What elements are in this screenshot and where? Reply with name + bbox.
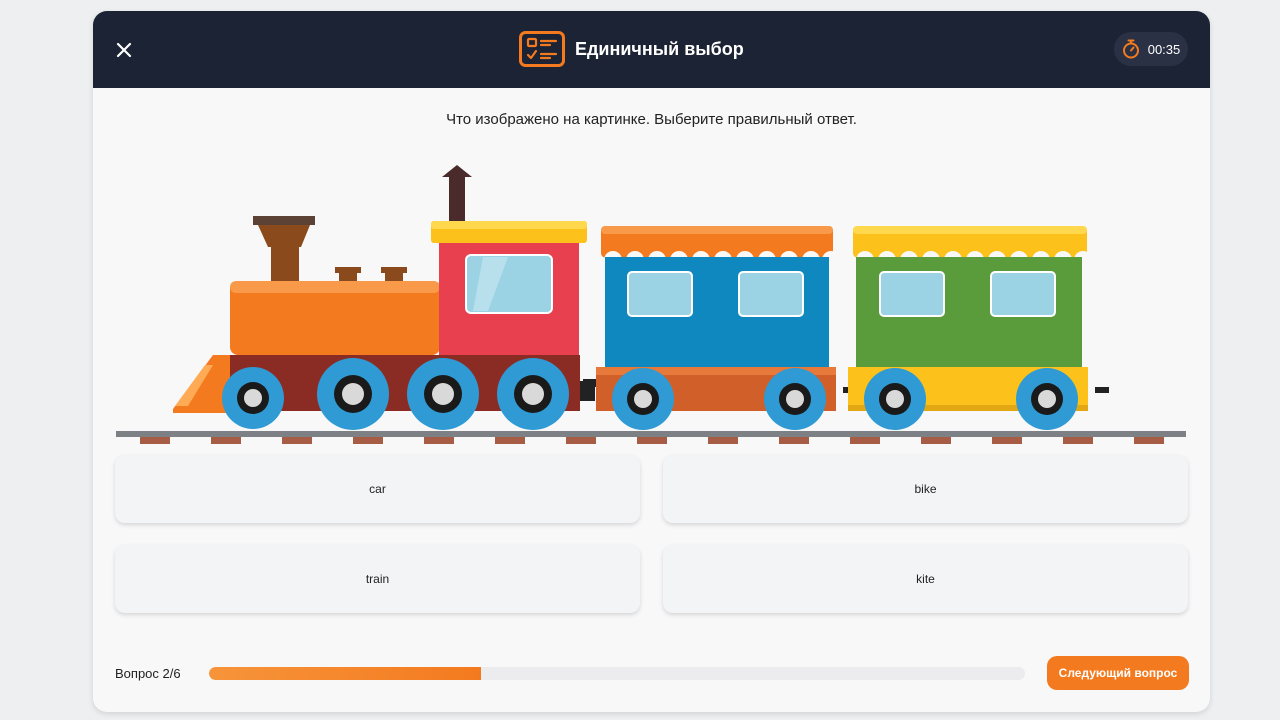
header-title-group: Единичный выбор xyxy=(519,31,744,67)
train-illustration xyxy=(116,165,1186,444)
progress-label: Вопрос 2/6 xyxy=(115,666,181,681)
next-question-label: Следующий вопрос xyxy=(1058,666,1178,680)
checklist-icon xyxy=(519,31,565,67)
progress-bar xyxy=(209,667,1025,680)
quiz-card: Единичный выбор 00:35 Что изображено на … xyxy=(93,11,1210,712)
close-icon xyxy=(116,42,132,58)
answer-options: car bike train kite xyxy=(115,455,1189,615)
quiz-footer: Вопрос 2/6 Следующий вопрос xyxy=(93,651,1210,691)
timer-value: 00:35 xyxy=(1147,41,1181,57)
timer-badge: 00:35 xyxy=(1114,32,1188,66)
answer-option-label: bike xyxy=(914,482,937,496)
question-text: Что изображено на картинке. Выберите пра… xyxy=(446,111,857,128)
progress-fill xyxy=(209,667,481,680)
answer-option-label: kite xyxy=(916,572,935,586)
blue-wagon xyxy=(596,226,840,430)
close-button[interactable] xyxy=(111,37,137,63)
stopwatch-icon xyxy=(1122,39,1139,59)
rail-track xyxy=(116,431,1186,444)
locomotive xyxy=(173,165,587,430)
answer-option-train[interactable]: train xyxy=(115,545,640,613)
quiz-header: Единичный выбор 00:35 xyxy=(93,11,1210,88)
page-title: Единичный выбор xyxy=(575,38,744,59)
green-wagon xyxy=(848,226,1092,430)
answer-option-bike[interactable]: bike xyxy=(663,455,1188,523)
next-question-button[interactable]: Следующий вопрос xyxy=(1047,656,1189,690)
answer-option-kite[interactable]: kite xyxy=(663,545,1188,613)
answer-option-label: car xyxy=(369,482,386,496)
answer-option-label: train xyxy=(365,572,390,586)
answer-option-car[interactable]: car xyxy=(115,455,640,523)
